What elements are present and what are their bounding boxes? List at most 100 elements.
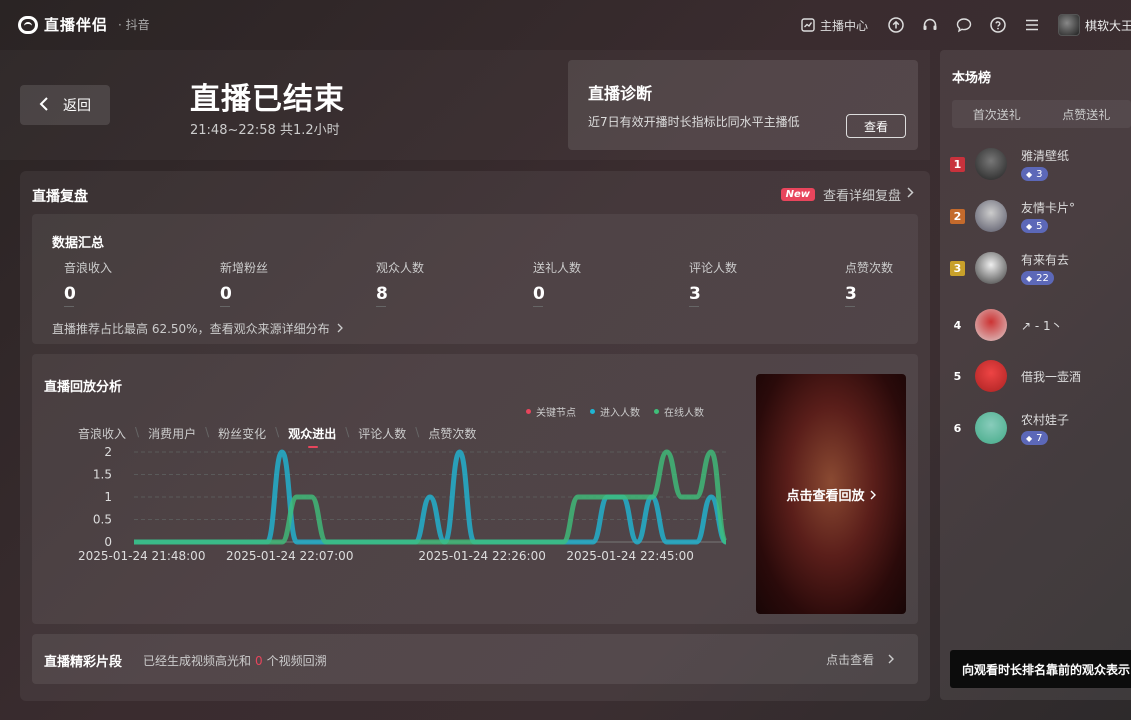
- legend-online[interactable]: 在线人数: [654, 404, 704, 419]
- tab-first-gift[interactable]: 首次送礼: [952, 106, 1042, 123]
- highlights-description: 已经生成视频高光和 0 个视频回溯: [143, 652, 327, 669]
- fan-level-badge: ◆ 7: [1021, 431, 1048, 445]
- diamond-icon: ◆: [1026, 433, 1033, 443]
- app-logo: 直播伴侣 · 抖音: [18, 14, 150, 35]
- y-tick-label: 1.5: [93, 468, 112, 482]
- summary-title: 数据汇总: [52, 236, 105, 251]
- tab-separator: \: [135, 425, 140, 439]
- fan-level: 22: [1036, 272, 1049, 284]
- legend-enter[interactable]: 进入人数: [590, 404, 640, 419]
- avatar: [975, 148, 1007, 180]
- tab-like-gift[interactable]: 点赞送礼: [1042, 106, 1131, 123]
- detail-review-link[interactable]: New 查看详细复盘: [780, 185, 914, 204]
- fan-level-badge: ◆ 3: [1021, 167, 1048, 181]
- creator-center-link[interactable]: 主播中心: [800, 17, 868, 34]
- ranking-row[interactable]: 1 雅清壁纸 ◆ 3: [948, 146, 1131, 182]
- stat-divider: [533, 306, 543, 307]
- rank-number: 2: [950, 209, 965, 224]
- upload-icon[interactable]: [888, 17, 904, 33]
- avatar: [975, 412, 1007, 444]
- recommend-source-link[interactable]: 直播推荐占比最高 62.50%，查看观众来源详细分布: [52, 320, 344, 337]
- logo-icon: [18, 15, 38, 34]
- audience-chart: 0 0.5 1 1.5 2 2025-01-24 21:48:00 2025-01-24 2…: [78, 445, 729, 563]
- stat-item: 音浪收入 0: [64, 259, 194, 307]
- rank-user-name: 友情卡片°: [1021, 201, 1076, 215]
- rank-user-name: 雅清壁纸: [1021, 149, 1070, 163]
- highlights-desc-suffix: 个视频回溯: [266, 654, 327, 668]
- recommend-note: 直播推荐占比最高 62.50%，查看观众来源详细分布: [52, 322, 330, 336]
- diagnosis-card: 直播诊断 近7日有效开播时长指标比同水平主播低 查看: [568, 60, 918, 150]
- tab-separator: \: [205, 425, 210, 439]
- user-profile[interactable]: 棋软大王: [1058, 14, 1131, 36]
- highlights-view-label: 点击查看: [826, 653, 875, 667]
- page-title: 直播已结束: [190, 82, 345, 117]
- user-name: 棋软大王: [1085, 18, 1131, 33]
- platform-label: · 抖音: [118, 18, 150, 32]
- fan-level-badge: ◆ 22: [1021, 271, 1054, 285]
- stat-value: 0: [64, 284, 76, 304]
- live-time-range: 21:48~22:58 共1.2小时: [190, 123, 340, 138]
- chart-icon: [800, 17, 816, 33]
- legend-dot-key-node: [526, 409, 531, 414]
- new-badge: New: [780, 188, 815, 201]
- fan-level: 5: [1036, 220, 1043, 232]
- creator-center-label: 主播中心: [819, 18, 868, 33]
- highlights-view-link[interactable]: 点击查看: [826, 651, 894, 668]
- rank-number: 4: [953, 319, 962, 332]
- legend-label-key-node: 关键节点: [536, 408, 576, 419]
- help-icon[interactable]: [990, 17, 1006, 33]
- headset-icon[interactable]: [922, 17, 938, 33]
- detail-review-label: 查看详细复盘: [822, 189, 901, 204]
- metric-tab[interactable]: 观众进出: [288, 425, 336, 448]
- stat-value: 0: [533, 284, 545, 304]
- chevron-right-icon: [884, 653, 894, 667]
- back-label: 返回: [63, 98, 91, 114]
- x-tick-label: 2025-01-24 22:26:00: [418, 549, 545, 563]
- metric-tab[interactable]: 点赞次数: [428, 425, 476, 442]
- ranking-row[interactable]: 6 农村娃子 ◆ 7: [948, 410, 1131, 446]
- replay-video-thumbnail[interactable]: 点击查看回放: [756, 374, 906, 614]
- diamond-icon: ◆: [1026, 169, 1033, 179]
- rank-number: 3: [950, 261, 965, 276]
- message-icon[interactable]: [956, 17, 972, 33]
- ranking-row[interactable]: 2 友情卡片° ◆ 5: [948, 198, 1131, 234]
- legend-key-node[interactable]: 关键节点: [526, 404, 576, 419]
- review-title: 直播复盘: [32, 189, 88, 205]
- metric-tab[interactable]: 粉丝变化: [218, 425, 266, 442]
- tab-separator: \: [275, 425, 280, 439]
- legend-dot-enter: [590, 409, 595, 414]
- rank-number: 5: [953, 370, 962, 383]
- highlights-title: 直播精彩片段: [44, 655, 123, 670]
- ranking-tooltip: 向观看时长排名靠前的观众表示: [950, 650, 1131, 688]
- menu-icon[interactable]: [1024, 17, 1040, 33]
- tab-separator: \: [415, 425, 420, 439]
- legend-label-online: 在线人数: [664, 408, 704, 419]
- stat-item: 送礼人数 0: [533, 259, 663, 307]
- legend-label-enter: 进入人数: [600, 408, 640, 419]
- legend-dot-online: [654, 409, 659, 414]
- y-tick-label: 2: [104, 445, 112, 459]
- metric-tab[interactable]: 评论人数: [358, 425, 406, 442]
- metric-tab[interactable]: 音浪收入: [78, 425, 126, 442]
- x-tick-label: 2025-01-24 22:07:00: [226, 549, 353, 563]
- chevron-right-icon: [870, 485, 876, 504]
- fan-level-badge: ◆ 5: [1021, 219, 1048, 233]
- ranking-row[interactable]: 4 ↗ - 1丶: [948, 307, 1131, 343]
- chevron-right-icon: [907, 187, 914, 202]
- chevron-right-icon: [337, 322, 344, 336]
- rank-user-name: 有来有去: [1021, 253, 1070, 267]
- stat-item: 观众人数 8: [376, 259, 506, 307]
- stat-divider: [845, 306, 855, 307]
- ranking-title: 本场榜: [952, 71, 992, 86]
- stat-label: 音浪收入: [64, 261, 113, 275]
- data-summary-card: 数据汇总 音浪收入 0 新增粉丝 0 观众人数 8 送礼人数 0 评论人数 3 点赞次数 3 直播推荐…: [32, 214, 918, 344]
- live-review-panel: 直播复盘 New 查看详细复盘 数据汇总 音浪收入 0 新增粉丝 0 观众人数 8 送礼人数…: [20, 171, 930, 701]
- replay-video-label: 点击查看回放: [786, 488, 865, 504]
- metric-tab[interactable]: 消费用户: [148, 425, 196, 442]
- back-button[interactable]: 返回: [20, 85, 110, 125]
- highlights-desc-prefix: 已经生成视频高光和: [143, 654, 252, 668]
- chevron-left-icon: [39, 96, 49, 115]
- ranking-row[interactable]: 3 有来有去 ◆ 22: [948, 250, 1131, 286]
- diagnosis-view-button[interactable]: 查看: [846, 114, 906, 138]
- ranking-row[interactable]: 5 借我一壶酒: [948, 358, 1131, 394]
